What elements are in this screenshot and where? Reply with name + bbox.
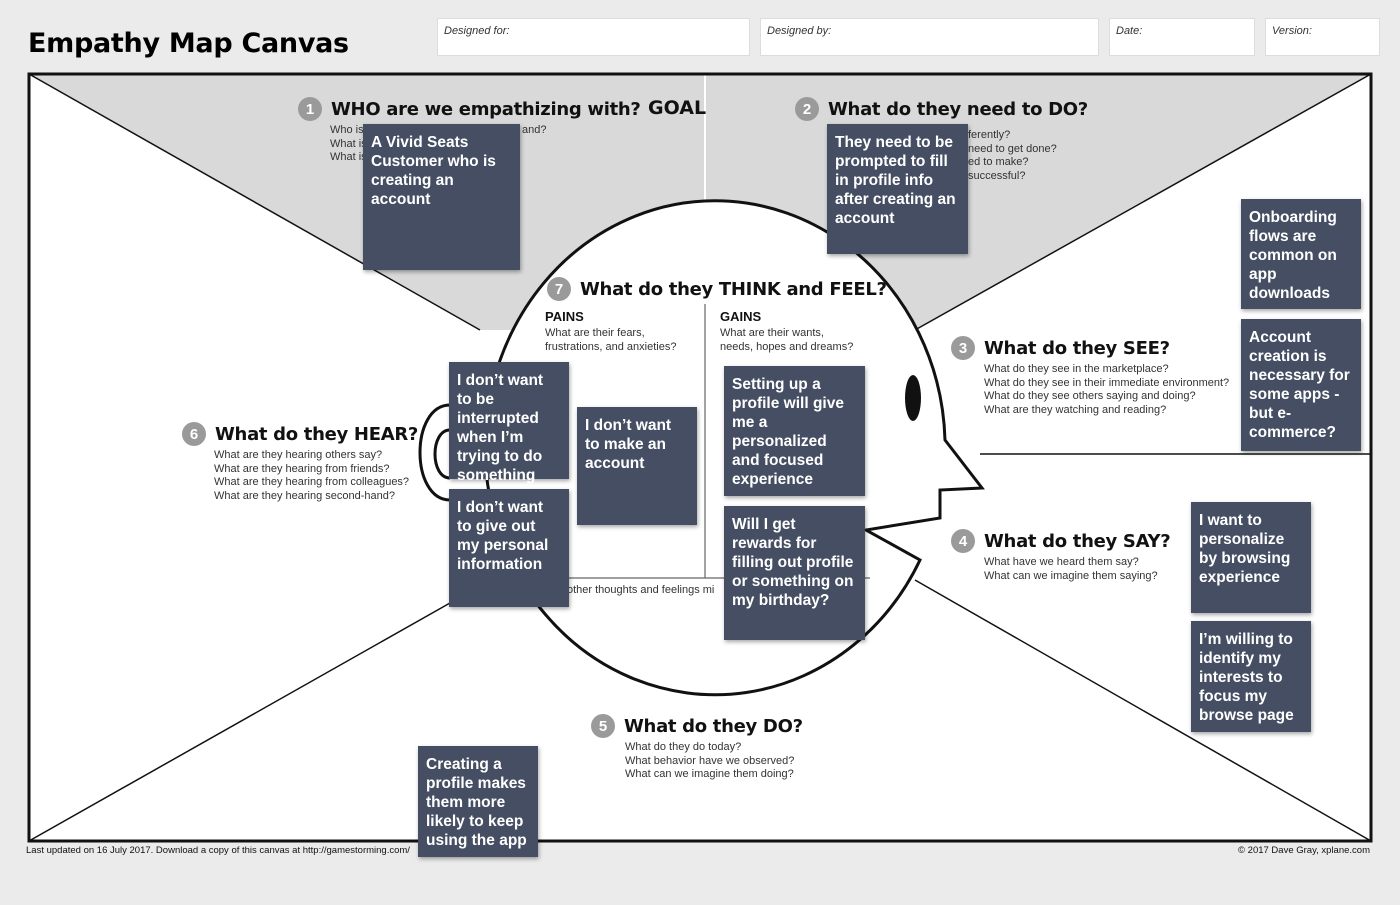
section-hear: 6 What do they HEAR? What are they hearin… (182, 422, 418, 504)
section-need-subs: ferently? need to get done? ed to make? … (968, 129, 1057, 184)
section-say: 4 What do they SAY? What have we heard th… (951, 529, 1171, 583)
sticky-note-pain-1[interactable]: I don’t want to be interrupted when I’m … (449, 362, 569, 484)
section-number-6: 6 (182, 422, 206, 446)
section-hear-sub-4: What are they hearing second-hand? (214, 490, 396, 503)
section-think: 7 What do they THINK and FEEL? (547, 277, 887, 301)
section-need-sub-4: successful? (968, 170, 1026, 183)
pains-desc-1: What are their fears, (545, 327, 645, 339)
head-eye (905, 375, 921, 421)
sticky-note-do-1[interactable]: Creating a profile makes them more likel… (418, 746, 538, 857)
footer-right: © 2017 Dave Gray, xplane.com (1238, 845, 1370, 856)
section-need-sub-3: ed to make? (968, 156, 1029, 169)
section-see-sub-2: What do they see in their immediate envi… (984, 376, 1230, 389)
section-hear-sub-1: What are they hearing others say? (214, 449, 383, 461)
section-hear-sub-2: What are they hearing from friends? (214, 462, 390, 475)
sticky-note-need[interactable]: They need to be prompted to fill in prof… (827, 124, 968, 254)
section-do-sub-3: What can we imagine them doing? (625, 768, 794, 781)
section-need-heading: What do they need to DO? (828, 98, 1088, 120)
section-need-sub-1: ferently? (968, 129, 1011, 141)
pains-label: PAINS (545, 309, 584, 324)
sticky-note-who[interactable]: A Vivid Seats Customer who is creating a… (363, 124, 520, 270)
sticky-note-see-1[interactable]: Onboarding flows are common on app downl… (1241, 199, 1361, 309)
sticky-note-gain-1[interactable]: Setting up a profile will give me a pers… (724, 366, 865, 496)
section-number-4: 4 (951, 529, 975, 553)
section-say-heading: What do they SAY? (984, 530, 1171, 552)
section-need-sub-2: need to get done? (968, 142, 1057, 155)
section-see-sub-4: What are they watching and reading? (984, 404, 1167, 417)
section-see: 3 What do they SEE? What do they see in t… (951, 336, 1229, 418)
sticky-note-pain-3[interactable]: I don’t want to give out my personal inf… (449, 489, 569, 607)
section-do: 5 What do they DO? What do they do today?… (591, 714, 803, 782)
gains-label: GAINS (720, 309, 762, 324)
gains-block: GAINS What are their wants, needs, hopes… (720, 309, 853, 354)
section-need: 2 What do they need to DO? (795, 97, 1088, 121)
footer-left: Last updated on 16 July 2017. Download a… (26, 845, 410, 856)
section-number-1: 1 (298, 97, 322, 121)
section-do-heading: What do they DO? (624, 715, 803, 737)
section-hear-sub-3: What are they hearing from colleagues? (214, 476, 410, 489)
goal-label: GOAL (648, 97, 707, 119)
section-do-sub-1: What do they do today? (625, 741, 742, 753)
section-say-sub-1: What have we heard them say? (984, 556, 1139, 568)
gains-desc-2: needs, hopes and dreams? (720, 341, 854, 353)
section-hear-heading: What do they HEAR? (215, 423, 419, 445)
section-see-heading: What do they SEE? (984, 337, 1170, 359)
pains-block: PAINS What are their fears, frustrations… (545, 309, 676, 354)
pains-desc-2: frustrations, and anxieties? (545, 341, 677, 353)
section-think-heading: What do they THINK and FEEL? (580, 278, 887, 300)
sticky-note-say-1[interactable]: I want to personalize by browsing experi… (1191, 502, 1311, 613)
sticky-note-gain-2[interactable]: Will I get rewards for filling out profi… (724, 506, 865, 640)
section-who-sub-tail: and? (522, 124, 547, 136)
section-number-5: 5 (591, 714, 615, 738)
section-number-7: 7 (547, 277, 571, 301)
section-number-2: 2 (795, 97, 819, 121)
gains-desc-1: What are their wants, (720, 327, 824, 339)
section-who-heading: WHO are we empathizing with? (331, 98, 641, 120)
section-number-3: 3 (951, 336, 975, 360)
other-thoughts-label: other thoughts and feelings mi (567, 584, 715, 596)
sticky-note-say-2[interactable]: I’m willing to identify my interests to … (1191, 621, 1311, 732)
section-say-sub-2: What can we imagine them saying? (984, 569, 1158, 582)
section-see-sub-3: What do they see others saying and doing… (984, 390, 1196, 403)
section-see-sub-1: What do they see in the marketplace? (984, 363, 1169, 375)
section-do-sub-2: What behavior have we observed? (625, 754, 795, 767)
sticky-note-see-2[interactable]: Account creation is necessary for some a… (1241, 319, 1361, 451)
sticky-note-pain-2[interactable]: I don’t want to make an account (577, 407, 697, 525)
